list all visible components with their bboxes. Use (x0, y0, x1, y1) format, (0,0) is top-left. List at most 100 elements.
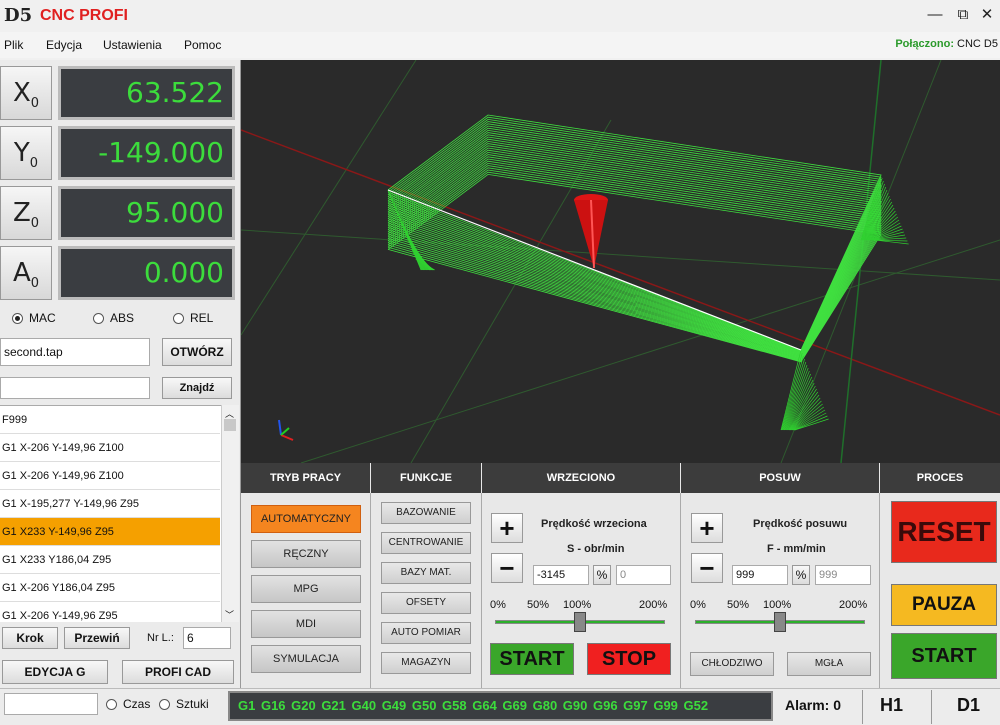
feed-title: Prędkość posuwu (753, 518, 848, 530)
divider (370, 493, 371, 688)
toolpath-lines (387, 114, 909, 431)
feed-plus-button[interactable]: + (691, 513, 723, 543)
spindle-slider-thumb[interactable] (574, 612, 586, 632)
spindle-minus-button[interactable]: − (491, 553, 523, 583)
magazine-button[interactable]: MAGAZYN (381, 652, 471, 674)
menu-pomoc[interactable]: Pomoc (184, 38, 221, 52)
list-item[interactable]: G1 X-206 Y-149,96 Z100 (0, 434, 220, 462)
logo-text: D5 (4, 5, 33, 26)
divider (862, 690, 863, 724)
axis-y-value: -149.000 (58, 126, 235, 180)
axis-z-button[interactable]: Z0 (0, 186, 52, 240)
close-icon[interactable]: ✕ (972, 4, 1000, 26)
minimize-icon[interactable]: — (920, 4, 950, 26)
menu-edycja[interactable]: Edycja (46, 38, 82, 52)
material-bases-button[interactable]: BAZY MAT. (381, 562, 471, 584)
mode-manual-button[interactable]: RĘCZNY (251, 540, 361, 568)
line-number-field[interactable]: 6 (183, 627, 231, 649)
feed-speed-field[interactable]: 999 (732, 565, 788, 585)
spindle-tick-0: 0% (490, 599, 506, 611)
control-panel: TRYB PRACY FUNKCJE WRZECIONO POSUW PROCE… (241, 463, 1000, 688)
radio-pieces-dot (159, 699, 170, 710)
spindle-plus-button[interactable]: + (491, 513, 523, 543)
process-start-button[interactable]: START (891, 633, 997, 679)
feed-unit: F - mm/min (767, 543, 826, 555)
profi-cad-button[interactable]: PROFI CAD (122, 660, 234, 684)
scroll-down-icon[interactable]: ﹀ (225, 608, 234, 621)
axis-a-value: 0.000 (58, 246, 235, 300)
coolant-button[interactable]: CHŁODZIWO (690, 652, 774, 676)
feed-percent-button[interactable]: % (792, 565, 810, 585)
homing-button[interactable]: BAZOWANIE (381, 502, 471, 524)
mode-simulation-button[interactable]: SYMULACJA (251, 645, 361, 673)
radio-abs-dot (93, 313, 104, 324)
radio-mac[interactable]: MAC (12, 311, 56, 325)
mode-mpg-button[interactable]: MPG (251, 575, 361, 603)
spindle-percent-field[interactable]: 0 (616, 565, 671, 585)
gcode-scrollbar[interactable]: ︿ ﹀ (221, 405, 239, 622)
h-offset-indicator: H1 (880, 695, 904, 715)
list-item[interactable]: G1 X233 Y186,04 Z95 (0, 546, 220, 574)
section-header-wrzeciono: WRZECIONO (482, 463, 680, 493)
pause-button[interactable]: PAUZA (891, 584, 997, 626)
axis-triad-icon (278, 419, 294, 441)
list-item[interactable]: G1 X-206 Y-149,96 Z95 (0, 602, 220, 622)
menu-plik[interactable]: Plik (4, 38, 23, 52)
mist-button[interactable]: MGŁA (787, 652, 871, 676)
spindle-stop-button[interactable]: STOP (587, 643, 671, 675)
radio-time-dot (106, 699, 117, 710)
radio-rel-label: REL (190, 311, 214, 325)
offsets-button[interactable]: OFSETY (381, 592, 471, 614)
find-button[interactable]: Znajdź (162, 377, 232, 399)
feed-percent-field[interactable]: 999 (815, 565, 871, 585)
list-item[interactable]: F999 (0, 406, 220, 434)
edit-g-button[interactable]: EDYCJA G (2, 660, 108, 684)
feed-minus-button[interactable]: − (691, 553, 723, 583)
centering-button[interactable]: CENTROWANIE (381, 532, 471, 554)
toolpath-viewport[interactable] (241, 60, 1000, 463)
feed-slider-thumb[interactable] (774, 612, 786, 632)
spindle-percent-button[interactable]: % (593, 565, 611, 585)
radio-abs[interactable]: ABS (93, 311, 134, 325)
menu-ustawienia[interactable]: Ustawienia (103, 38, 162, 52)
divider (680, 493, 681, 688)
spindle-start-button[interactable]: START (490, 643, 574, 675)
feed-tick-200: 200% (839, 599, 868, 611)
open-button[interactable]: OTWÓRZ (162, 338, 232, 366)
line-number-label: Nr L.: (147, 632, 174, 644)
spindle-title: Prędkość wrzeciona (541, 518, 647, 530)
radio-rel[interactable]: REL (173, 311, 213, 325)
connection-value: CNC D5 (957, 38, 998, 50)
divider (931, 690, 932, 724)
radio-pieces[interactable]: Sztuki (159, 697, 209, 711)
scroll-to-button[interactable]: Przewiń (64, 627, 130, 649)
axis-x-sub: 0 (30, 96, 40, 112)
divider (481, 493, 482, 688)
scroll-thumb[interactable] (224, 419, 236, 431)
file-name-field[interactable]: second.tap (0, 338, 150, 366)
radio-time[interactable]: Czas (106, 697, 150, 711)
axis-y-sub: 0 (29, 156, 39, 172)
list-item[interactable]: G1 X-206 Y186,04 Z95 (0, 574, 220, 602)
counter-field[interactable] (4, 693, 98, 715)
auto-measure-button[interactable]: AUTO POMIAR (381, 622, 471, 644)
axis-a-sub: 0 (30, 276, 40, 292)
spindle-tick-200: 200% (639, 599, 668, 611)
step-button[interactable]: Krok (2, 627, 58, 649)
spindle-speed-field[interactable]: -3145 (533, 565, 589, 585)
toolpath-layer (387, 162, 882, 361)
search-input[interactable] (0, 377, 150, 399)
mode-mdi-button[interactable]: MDI (251, 610, 361, 638)
list-item[interactable]: G1 X-206 Y-149,96 Z100 (0, 462, 220, 490)
mode-automatic-button[interactable]: AUTOMATYCZNY (251, 505, 361, 533)
list-item[interactable]: G1 X-195,277 Y-149,96 Z95 (0, 490, 220, 518)
axis-y-button[interactable]: Y0 (0, 126, 52, 180)
gcode-list[interactable]: F999 G1 X-206 Y-149,96 Z100 G1 X-206 Y-1… (0, 405, 239, 622)
list-item-selected[interactable]: G1 X233 Y-149,96 Z95 (0, 518, 220, 546)
section-header-posuw: POSUW (681, 463, 879, 493)
spindle-tick-100: 100% (563, 599, 592, 611)
axis-a-button[interactable]: A0 (0, 246, 52, 300)
reset-button[interactable]: RESET (891, 501, 997, 563)
toolpath-wall (786, 379, 814, 431)
axis-x-button[interactable]: X0 (0, 66, 52, 120)
